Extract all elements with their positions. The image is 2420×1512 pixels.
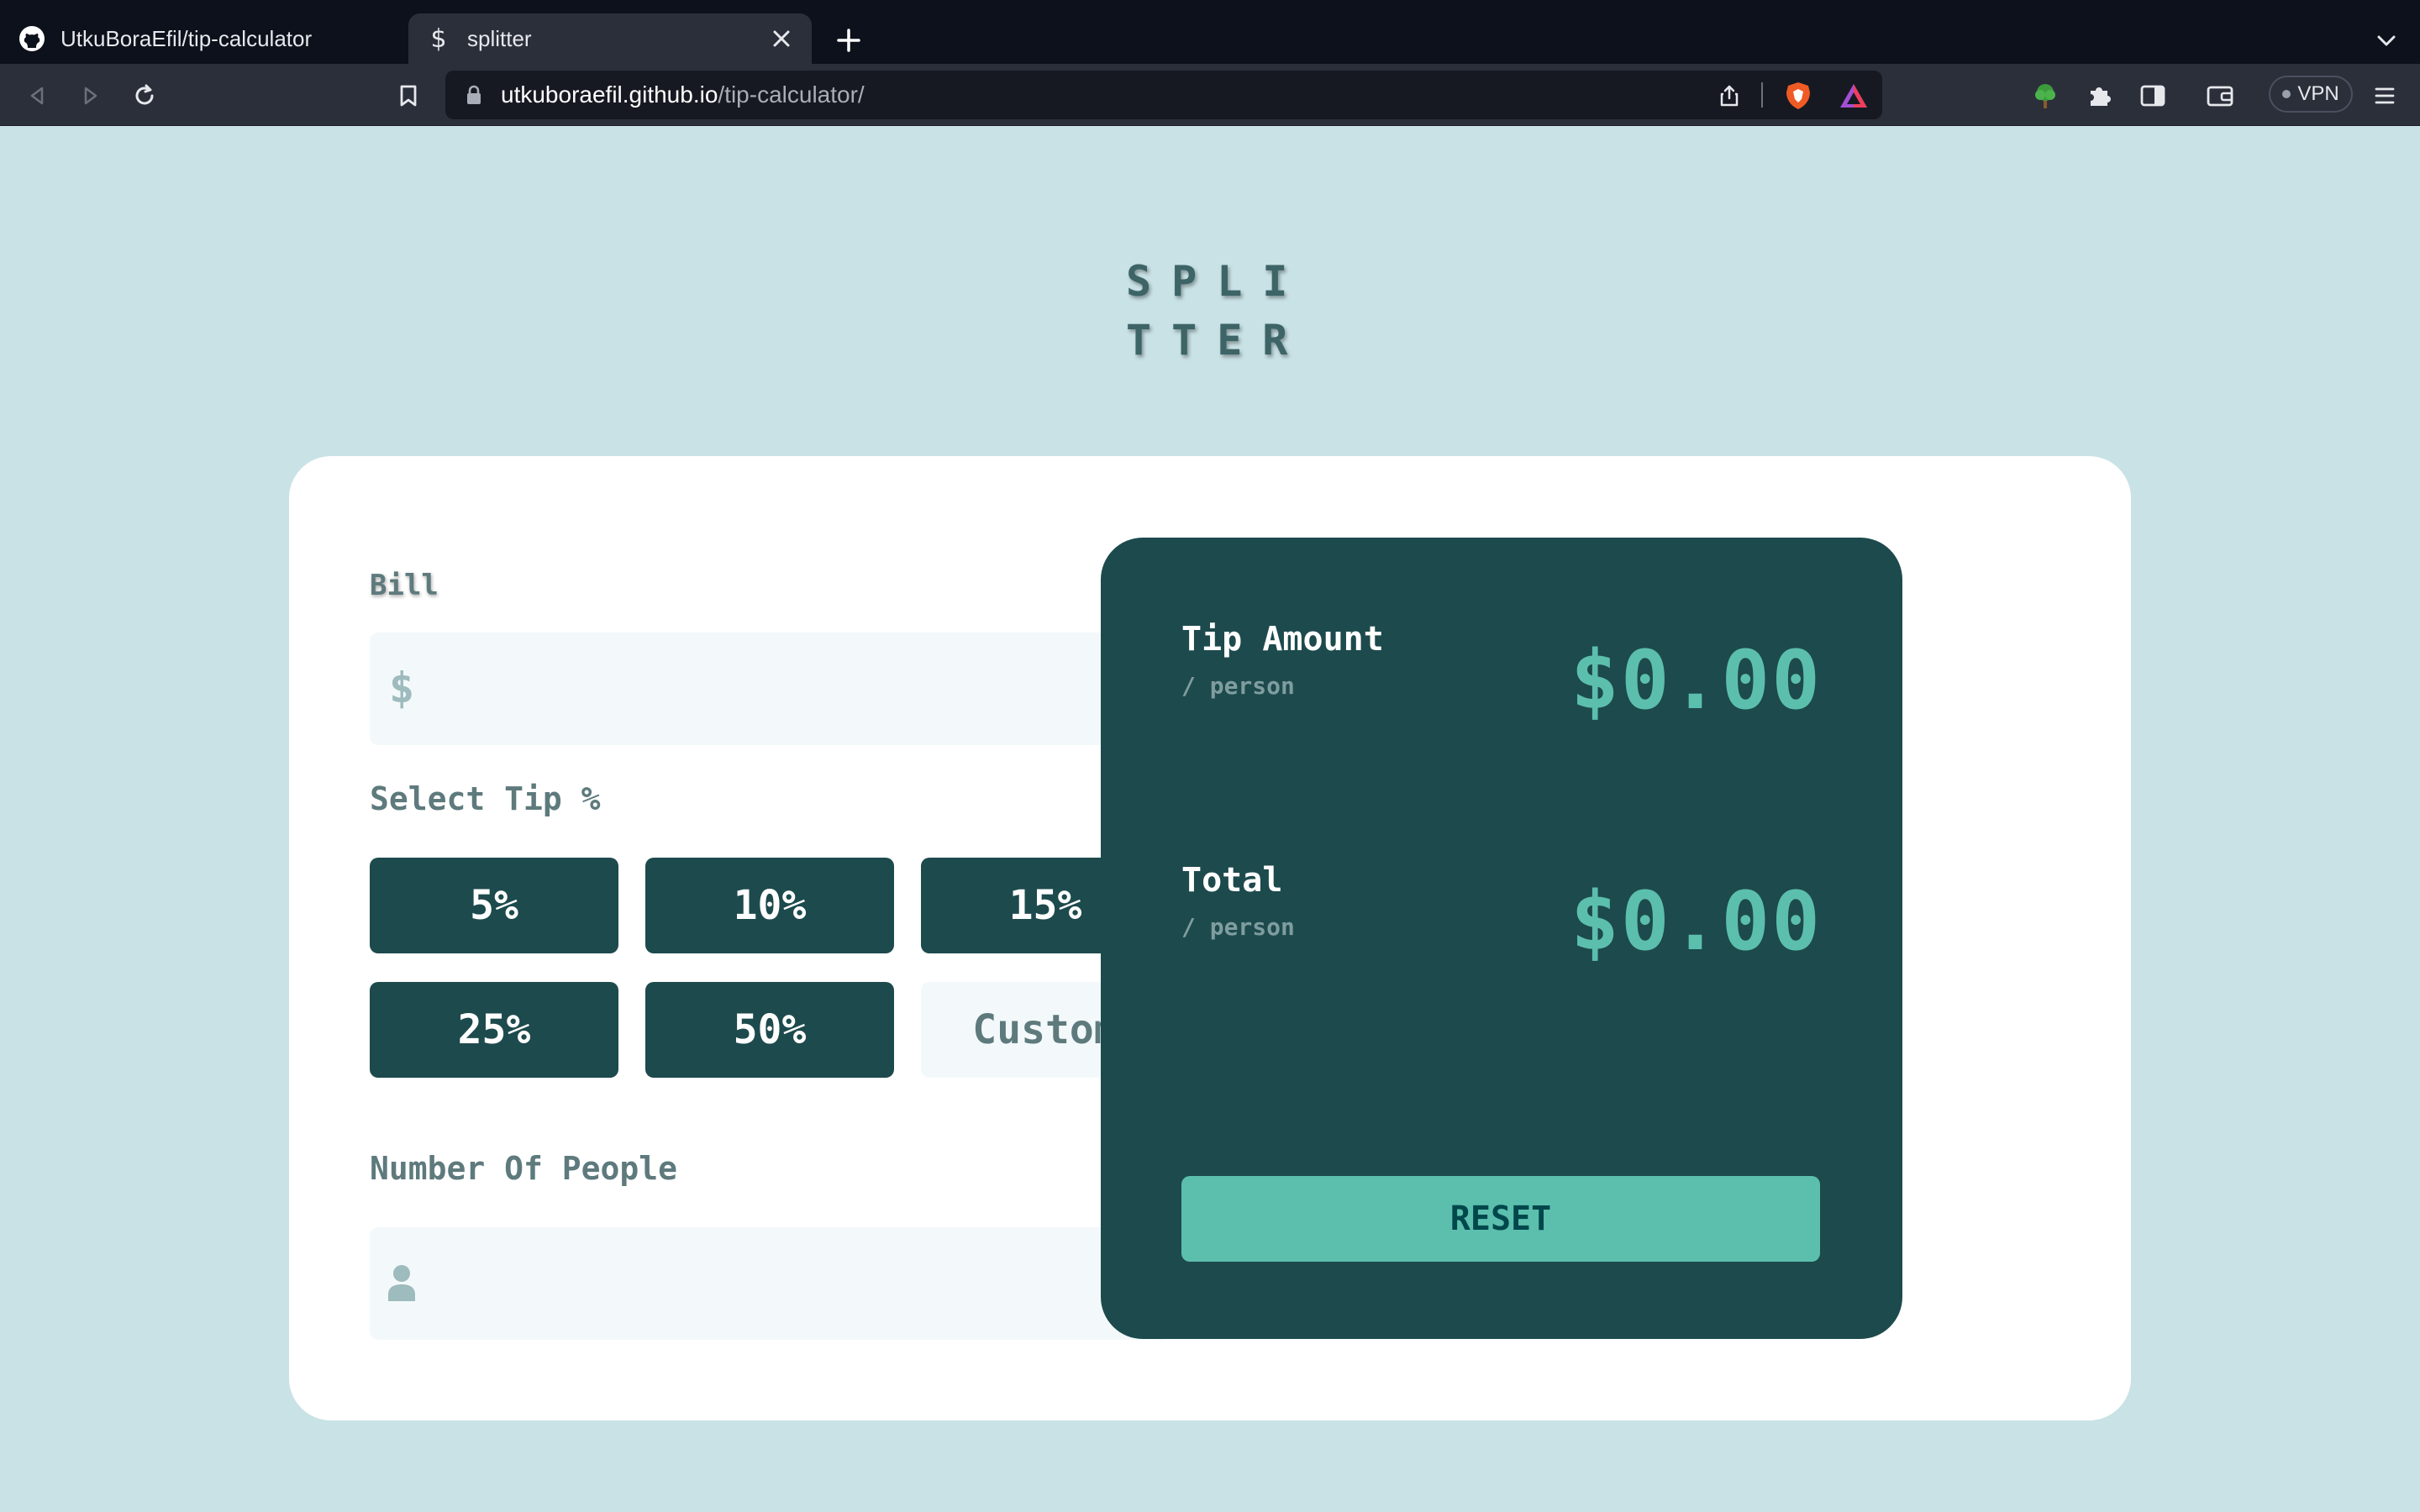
browser-tab-splitter[interactable]: $ splitter: [408, 13, 812, 64]
address-bar[interactable]: utkuboraefil.github.io/tip-calculator/: [445, 71, 1882, 119]
bookmark-icon[interactable]: [392, 79, 425, 113]
select-tip-label: Select Tip %: [370, 780, 601, 817]
logo-line-2: TTER: [1126, 316, 1308, 365]
total-title: Total: [1181, 861, 1283, 900]
menu-icon[interactable]: [2368, 79, 2402, 113]
tip-10-button[interactable]: 10%: [645, 858, 894, 953]
tip-25-button[interactable]: 25%: [370, 982, 618, 1078]
github-icon: [18, 25, 45, 52]
total-value: $0.00: [1570, 874, 1822, 969]
browser-tab-github[interactable]: UtkuBoraEfil/tip-calculator: [18, 13, 388, 64]
browser-tab-bar: UtkuBoraEfil/tip-calculator $ splitter: [0, 0, 2420, 64]
puzzle-icon[interactable]: [2082, 79, 2116, 113]
dollar-icon: $: [388, 664, 415, 712]
address-bar-divider: [1761, 82, 1763, 108]
back-icon[interactable]: [20, 79, 54, 113]
sidebar-icon[interactable]: [2136, 79, 2170, 113]
dollar-icon: $: [430, 24, 447, 54]
chevron-down-icon[interactable]: [2371, 25, 2402, 55]
vpn-button[interactable]: VPN: [2269, 76, 2353, 113]
splitter-logo: SPLI TTER: [1126, 252, 1294, 370]
lock-icon: [464, 82, 484, 108]
tip-5-button[interactable]: 5%: [370, 858, 618, 953]
total-per-person: / person: [1181, 913, 1295, 941]
tip-50-button[interactable]: 50%: [645, 982, 894, 1078]
reload-icon[interactable]: [128, 79, 161, 113]
brave-shields-icon[interactable]: [1781, 79, 1815, 113]
tip-amount-value: $0.00: [1570, 633, 1822, 727]
bill-label: Bill: [370, 569, 439, 602]
tip-amount-per-person: / person: [1181, 672, 1295, 700]
reset-button[interactable]: RESET: [1181, 1176, 1820, 1262]
browser-toolbar: utkuboraefil.github.io/tip-calculator/ V…: [0, 64, 2420, 126]
number-of-people-label: Number Of People: [370, 1150, 678, 1187]
vpn-status-dot: [2282, 90, 2291, 98]
bill-input[interactable]: $ 0: [370, 633, 1171, 745]
forward-icon[interactable]: [74, 79, 108, 113]
person-icon: [385, 1261, 418, 1305]
share-icon[interactable]: [1712, 79, 1746, 113]
vpn-label: VPN: [2297, 82, 2339, 105]
new-tab-icon[interactable]: [832, 24, 865, 57]
close-tab-icon[interactable]: [768, 25, 795, 52]
tip-amount-title: Tip Amount: [1181, 620, 1384, 659]
people-input[interactable]: 0: [370, 1227, 1171, 1340]
tab-title: splitter: [467, 25, 532, 51]
result-panel: Tip Amount / person $0.00 Total / person…: [1101, 538, 1902, 1339]
calculator-card: Bill $ 0 Select Tip % 5% 10% 15% 25% 50%…: [289, 456, 2131, 1420]
wallet-icon[interactable]: [2203, 79, 2237, 113]
url-path: /tip-calculator/: [718, 81, 865, 108]
brave-rewards-icon[interactable]: [1837, 79, 1870, 113]
url-host: utkuboraefil.github.io: [501, 81, 718, 108]
tree-extension-icon[interactable]: [2028, 79, 2062, 113]
logo-line-1: SPLI: [1126, 257, 1308, 306]
tab-title: UtkuBoraEfil/tip-calculator: [60, 25, 313, 51]
